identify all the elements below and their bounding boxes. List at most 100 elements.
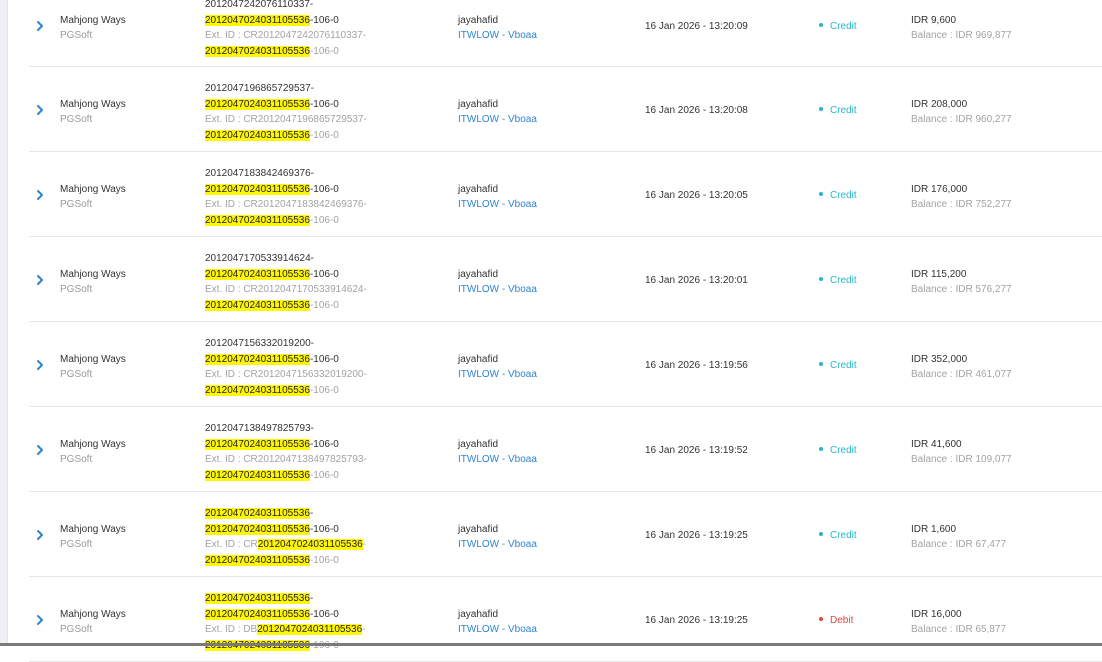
game-name: Mahjong Ways [60, 609, 126, 620]
amount-cell: IDR 352,000 Balance : IDR 461,077 [911, 352, 1012, 382]
transaction-id-line: 2012047024031105536-106-0 [205, 352, 445, 368]
transaction-id-text: 2012047196865729537- [205, 83, 314, 94]
user-cell: jayahafid ITWLOW - Vboaa [458, 522, 537, 552]
transaction-type-badge: Credit [819, 105, 857, 116]
amount-cell: IDR 9,600 Balance : IDR 969,877 [911, 13, 1012, 43]
amount-value: IDR 115,200 [911, 269, 967, 280]
transaction-id-cell: 2012047170533914624- 2012047024031105536-… [205, 251, 445, 313]
status-dot-icon [819, 617, 823, 622]
table-row[interactable]: Mahjong Ways PGSoft 2012047170533914624- 20… [29, 237, 1102, 322]
table-row[interactable]: Mahjong Ways PGSoft 2012047156332019200- 20… [29, 322, 1102, 407]
table-row[interactable]: Mahjong Ways PGSoft 2012047024031105536- 20… [29, 577, 1102, 662]
game-cell: Mahjong Ways PGSoft [60, 182, 126, 212]
transaction-type-label: Credit [830, 445, 857, 456]
chevron-right-icon[interactable] [35, 104, 45, 116]
table-row[interactable]: Mahjong Ways PGSoft 2012047138497825793- 20… [29, 407, 1102, 492]
chevron-right-icon[interactable] [35, 359, 45, 371]
transaction-id-line: Ext. ID : CR2012047242076110337- [205, 28, 445, 44]
agent-link[interactable]: ITWLOW - Vboaa [458, 28, 537, 43]
transaction-id-text: 2012047242076110337- [205, 0, 314, 10]
transaction-type-badge: Credit [819, 530, 857, 541]
transaction-id-line: 2012047156332019200- [205, 336, 445, 352]
transaction-id-cell: 2012047024031105536- 2012047024031105536-… [205, 506, 445, 568]
game-name: Mahjong Ways [60, 15, 126, 26]
transaction-id-cell: 2012047138497825793- 2012047024031105536-… [205, 421, 445, 483]
transaction-type-badge: Credit [819, 360, 857, 371]
highlighted-text: 2012047024031105536 [205, 214, 310, 226]
amount-value: IDR 1,600 [911, 524, 957, 535]
transaction-id-text: -106-0 [309, 214, 339, 226]
highlighted-text: 2012047024031105536 [205, 438, 310, 450]
user-cell: jayahafid ITWLOW - Vboaa [458, 267, 537, 297]
table-row[interactable]: Mahjong Ways PGSoft 2012047024031105536- 20… [29, 492, 1102, 577]
chevron-right-icon[interactable] [35, 444, 45, 456]
status-dot-icon [819, 532, 823, 537]
agent-link[interactable]: ITWLOW - Vboaa [458, 622, 537, 637]
transactions-table: Mahjong Ways PGSoft 2012047242076110337- 20… [7, 0, 1102, 662]
table-row[interactable]: Mahjong Ways PGSoft 2012047196865729537- 20… [29, 67, 1102, 152]
transaction-id-text: 2012047138497825793- [205, 423, 314, 434]
transaction-id-line: 2012047024031105536-106-0 [205, 97, 445, 113]
transaction-id-line: 2012047024031105536-106-0 [205, 437, 445, 453]
status-dot-icon [819, 23, 823, 28]
agent-link[interactable]: ITWLOW - Vboaa [458, 537, 537, 552]
game-cell: Mahjong Ways PGSoft [60, 522, 126, 552]
transaction-id-line: 2012047024031105536-106-0 [205, 468, 445, 484]
balance-value: Balance : IDR 461,077 [911, 369, 1012, 380]
chevron-right-icon[interactable] [35, 529, 45, 541]
balance-value: Balance : IDR 109,077 [911, 454, 1012, 465]
agent-link[interactable]: ITWLOW - Vboaa [458, 112, 537, 127]
balance-value: Balance : IDR 752,277 [911, 199, 1012, 210]
balance-value: Balance : IDR 67,477 [911, 539, 1007, 550]
status-dot-icon [819, 192, 823, 197]
agent-link[interactable]: ITWLOW - Vboaa [458, 197, 537, 212]
highlighted-text: 2012047024031105536 [205, 268, 310, 280]
agent-link[interactable]: ITWLOW - Vboaa [458, 452, 537, 467]
game-name: Mahjong Ways [60, 99, 126, 110]
transaction-id-line: 2012047242076110337- [205, 0, 445, 13]
transaction-type-label: Credit [830, 275, 857, 286]
agent-link[interactable]: ITWLOW - Vboaa [458, 367, 537, 382]
transaction-id-line: Ext. ID : CR2012047024031105536- [205, 537, 445, 553]
username: jayahafid [458, 609, 499, 620]
transaction-id-text: 2012047183842469376- [205, 168, 314, 179]
game-provider: PGSoft [60, 369, 93, 380]
highlighted-text: 2012047024031105536 [205, 523, 310, 535]
chevron-right-icon[interactable] [35, 614, 45, 626]
highlighted-text: 2012047024031105536 [205, 593, 310, 604]
agent-link[interactable]: ITWLOW - Vboaa [458, 282, 537, 297]
status-dot-icon [819, 107, 823, 112]
transaction-id-text: -106-0 [309, 384, 339, 396]
highlighted-text: 2012047024031105536 [205, 299, 310, 311]
highlighted-text: 2012047024031105536 [205, 129, 310, 141]
amount-value: IDR 176,000 [911, 184, 968, 195]
table-row[interactable]: Mahjong Ways PGSoft 2012047242076110337- 20… [29, 0, 1102, 67]
transaction-date: 16 Jan 2026 - 13:19:56 [645, 360, 748, 371]
transaction-id-line: 2012047024031105536-106-0 [205, 383, 445, 399]
highlighted-text: 2012047024031105536 [257, 624, 363, 636]
transaction-id-line: Ext. ID : DB2012047024031105536- [205, 622, 445, 638]
chevron-right-icon[interactable] [35, 274, 45, 286]
transaction-id-text: -106-0 [309, 608, 339, 620]
user-cell: jayahafid ITWLOW - Vboaa [458, 352, 537, 382]
table-row[interactable]: Mahjong Ways PGSoft 2012047183842469376- 20… [29, 152, 1102, 237]
amount-value: IDR 16,000 [911, 609, 962, 620]
game-provider: PGSoft [60, 284, 93, 295]
user-cell: jayahafid ITWLOW - Vboaa [458, 607, 537, 637]
chevron-right-icon[interactable] [35, 189, 45, 201]
transaction-id-text: Ext. ID : CR2012047170533914624- [205, 284, 367, 296]
username: jayahafid [458, 524, 499, 535]
transaction-type-badge: Credit [819, 275, 857, 286]
game-provider: PGSoft [60, 539, 93, 550]
chevron-right-icon[interactable] [35, 20, 45, 32]
highlighted-text: 2012047024031105536 [205, 45, 310, 57]
game-provider: PGSoft [60, 454, 93, 465]
user-cell: jayahafid ITWLOW - Vboaa [458, 182, 537, 212]
username: jayahafid [458, 15, 499, 26]
balance-value: Balance : IDR 576,277 [911, 284, 1012, 295]
transaction-id-line: 2012047024031105536-106-0 [205, 128, 445, 144]
highlighted-text: 2012047024031105536 [205, 608, 310, 620]
transaction-id-text: Ext. ID : CR2012047138497825793- [205, 454, 367, 466]
transaction-date: 16 Jan 2026 - 13:20:05 [645, 190, 748, 201]
game-cell: Mahjong Ways PGSoft [60, 97, 126, 127]
